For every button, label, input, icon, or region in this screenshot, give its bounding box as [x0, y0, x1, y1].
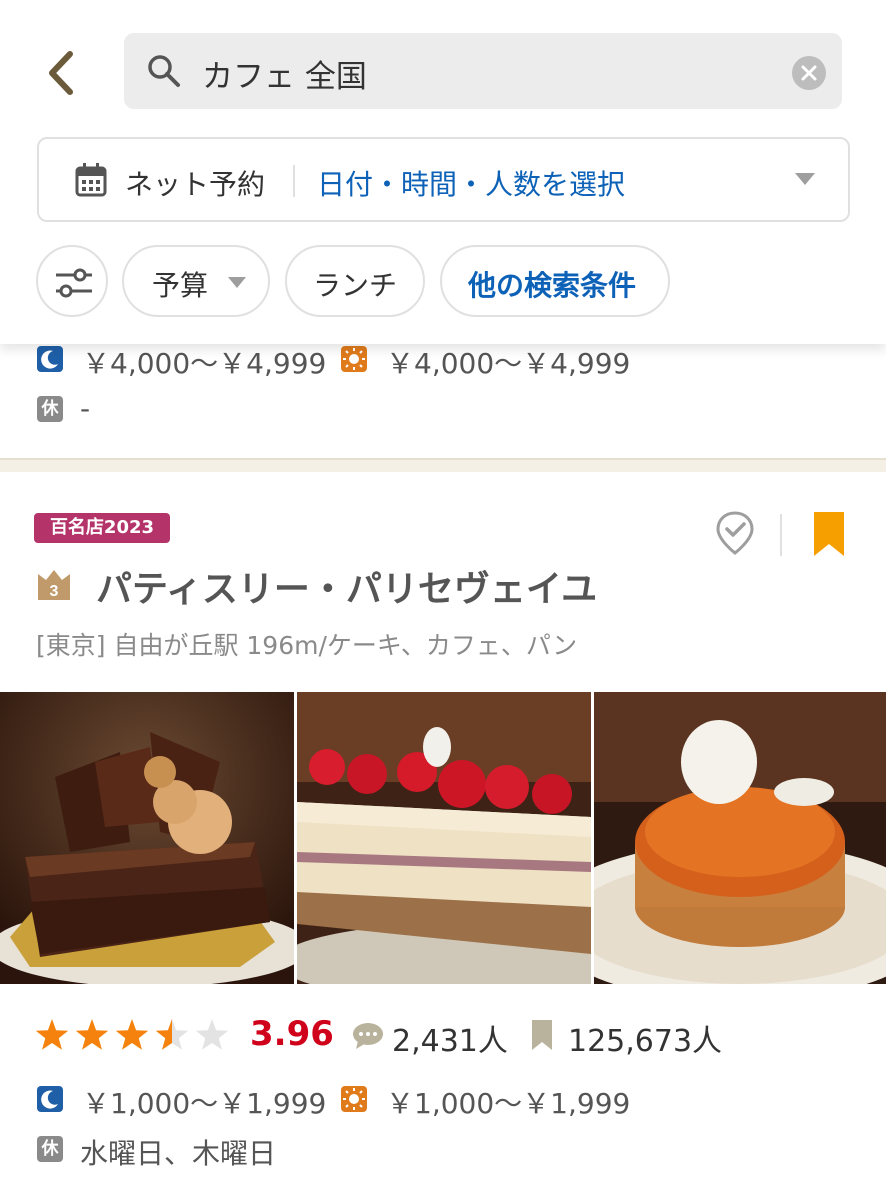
star-3 — [115, 1019, 149, 1050]
photo-strip[interactable] — [0, 692, 886, 984]
chevron-down-icon — [228, 277, 246, 288]
photo-chocolate-cake[interactable] — [0, 692, 294, 984]
reservation-label: ネット予約 — [125, 168, 266, 201]
rank-number: 3 — [50, 583, 59, 600]
chevron-left-icon — [49, 51, 73, 95]
lunch-price: ￥4,000～￥4,999 — [386, 347, 631, 380]
filter-button[interactable] — [36, 245, 108, 317]
sliders-icon — [56, 268, 92, 298]
reservation-selector[interactable]: ネット予約 日付・時間・人数を選択 — [37, 137, 850, 222]
dinner-price: ￥1,000～￥1,999 — [82, 1087, 327, 1120]
other-conditions-label: 他の検索条件 — [468, 269, 637, 302]
budget-label: 予算 — [152, 269, 209, 302]
clear-search-button[interactable] — [792, 56, 826, 90]
rating-row: 3.96 2,431人 125,673人 — [0, 1014, 886, 1059]
rank-icon: 3 — [36, 566, 72, 606]
star-5 — [195, 1019, 229, 1050]
check-pin-icon — [716, 511, 754, 555]
search-bar[interactable]: カフェ 全国 — [124, 33, 842, 109]
header: カフェ 全国 ネット予約 日付・時間・人数を選択 予算 ランチ 他の検索条件 — [0, 0, 886, 344]
save-count: 125,673人 — [568, 1024, 723, 1059]
lunch-price: ￥1,000～￥1,999 — [386, 1087, 631, 1120]
listing-divider — [0, 458, 886, 472]
other-conditions-button[interactable]: 他の検索条件 — [440, 245, 670, 317]
moon-icon — [37, 1086, 63, 1112]
lunch-label: ランチ — [313, 269, 398, 302]
close-icon — [801, 65, 817, 81]
reservation-select-text[interactable]: 日付・時間・人数を選択 — [317, 163, 625, 203]
bookmark-icon — [532, 1020, 552, 1050]
star-2 — [75, 1019, 109, 1050]
review-count: 2,431人 — [392, 1024, 508, 1059]
divider — [780, 514, 782, 556]
star-1 — [35, 1019, 69, 1050]
photo-tart[interactable] — [594, 692, 886, 984]
comment-icon — [353, 1023, 383, 1049]
rating-score: 3.96 — [250, 1014, 334, 1054]
calendar-icon — [75, 163, 107, 197]
previous-listing-prices: ￥4,000～￥4,999 ￥4,000～￥4,999 休 - — [0, 342, 886, 462]
holiday-icon: 休 — [37, 1136, 63, 1162]
visited-button[interactable] — [714, 510, 756, 560]
restaurant-area: [東京] 自由が丘駅 196m/ケーキ、カフェ、パン — [36, 631, 578, 660]
lunch-filter-button[interactable]: ランチ — [285, 245, 425, 317]
dinner-price: ￥4,000～￥4,999 — [82, 347, 327, 380]
bookmark-icon — [814, 512, 844, 556]
chevron-down-icon — [795, 173, 815, 185]
save-button[interactable] — [812, 510, 846, 562]
moon-icon — [37, 346, 63, 372]
divider — [293, 165, 295, 197]
sun-icon — [341, 346, 367, 372]
holiday-text: 水曜日、木曜日 — [80, 1137, 277, 1170]
search-input[interactable]: カフェ 全国 — [202, 51, 367, 96]
holiday-icon: 休 — [37, 396, 63, 422]
holiday-text: - — [80, 392, 91, 425]
star-rating — [35, 1019, 229, 1050]
photo-strawberry-cake[interactable] — [297, 692, 591, 984]
budget-filter-button[interactable]: 予算 — [122, 245, 270, 317]
search-icon — [148, 55, 180, 87]
sun-icon — [341, 1086, 367, 1112]
hyakumeiten-badge: 百名店2023 — [34, 513, 170, 543]
back-button[interactable] — [40, 48, 84, 98]
restaurant-name[interactable]: パティスリー・パリセヴェイユ — [96, 560, 597, 612]
